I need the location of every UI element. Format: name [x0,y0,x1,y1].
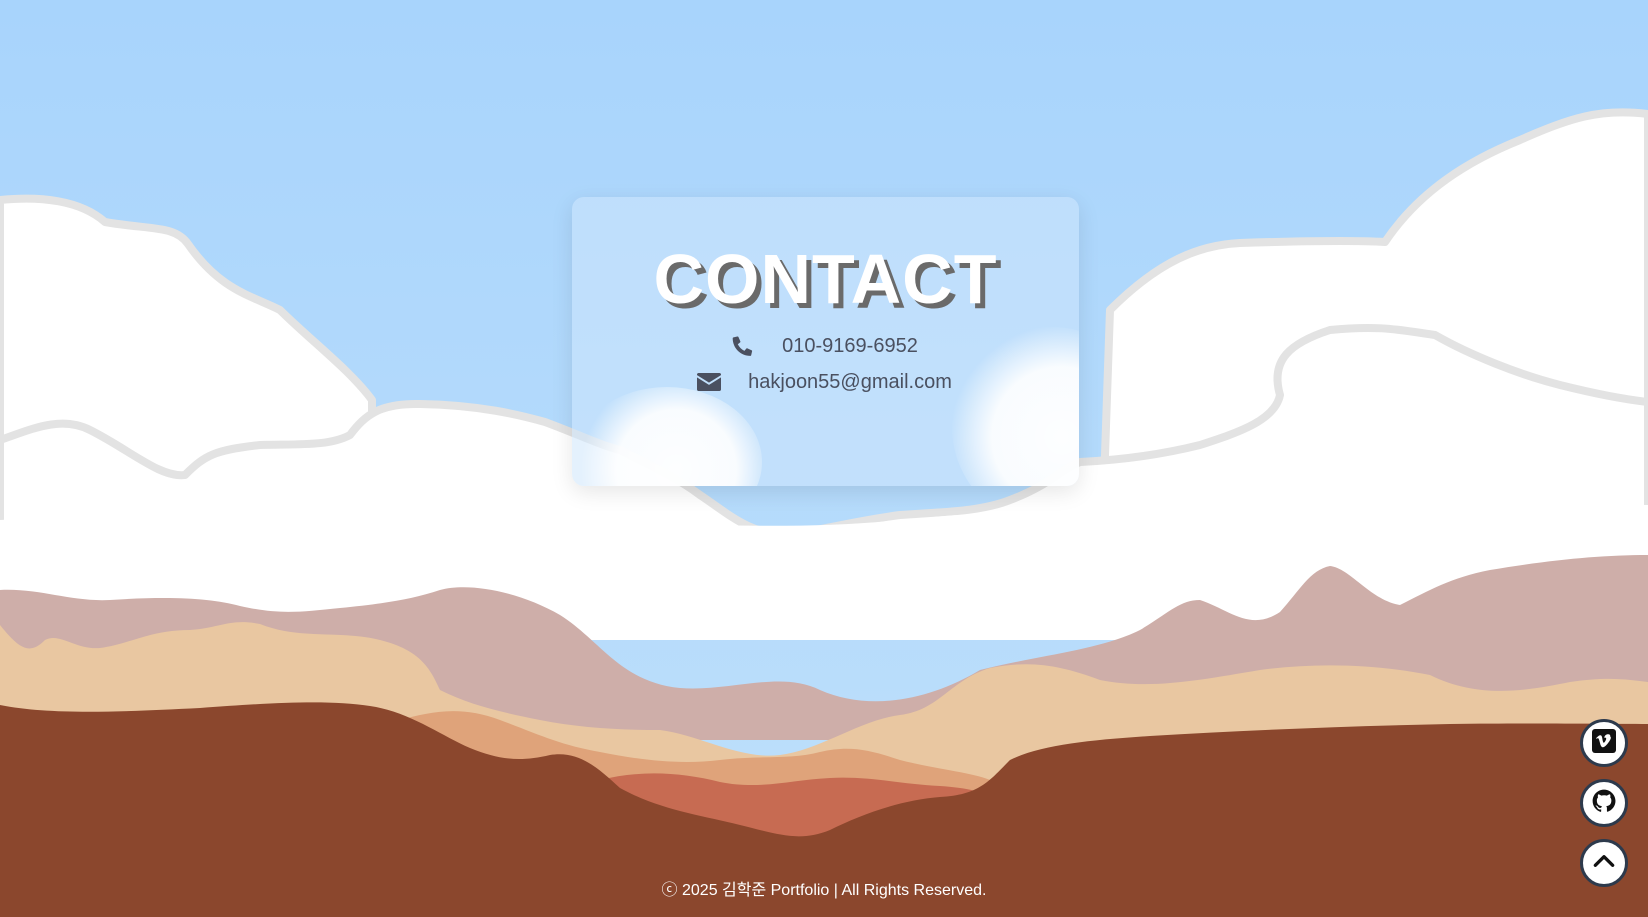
chevron-up-icon [1591,848,1617,879]
github-icon [1591,788,1617,819]
github-button[interactable] [1580,779,1628,827]
footer-copyright: ⓒ 2025 김학준 Portfolio | All Rights Reserv… [661,882,987,899]
phone-row: 010-9169-6952 [0,333,1648,359]
card-cloud-puff [572,387,762,486]
scroll-to-top-button[interactable] [1580,839,1628,887]
phone-icon [730,333,756,359]
phone-number[interactable]: 010-9169-6952 [782,335,918,358]
vimeo-button[interactable] [1580,719,1628,767]
email-address[interactable]: hakjoon55@gmail.com [748,371,952,394]
email-row: hakjoon55@gmail.com [0,369,1648,395]
contact-title: CONTACT [653,240,998,318]
vimeo-icon [1592,728,1616,758]
envelope-icon [696,369,722,395]
